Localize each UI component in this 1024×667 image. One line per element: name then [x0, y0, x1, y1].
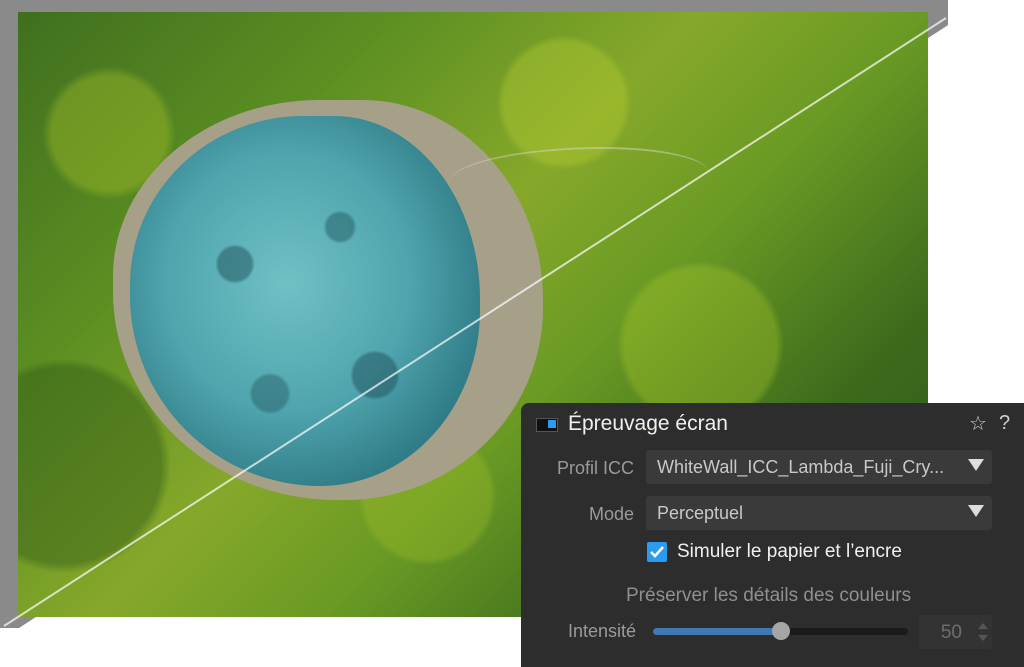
- mode-label: Mode: [588, 504, 634, 524]
- panel-title: Épreuvage écran: [568, 412, 728, 435]
- intensity-slider-fill: [653, 628, 781, 635]
- stepper-down-icon[interactable]: [978, 635, 988, 641]
- checkmark-icon: [650, 546, 664, 558]
- icc-profile-select[interactable]: WhiteWall_ICC_Lambda_Fuji_Cry...: [646, 450, 992, 484]
- panel-header: Épreuvage écran ☆ ?: [521, 403, 1024, 445]
- icc-profile-value: WhiteWall_ICC_Lambda_Fuji_Cry...: [657, 457, 945, 477]
- star-icon[interactable]: ☆: [969, 411, 987, 436]
- mode-value: Perceptuel: [657, 503, 744, 523]
- help-icon[interactable]: ?: [999, 412, 1010, 435]
- soft-proofing-panel: Épreuvage écran ☆ ? Profil ICC WhiteWall…: [521, 403, 1024, 667]
- chevron-down-icon: [968, 505, 984, 517]
- chevron-down-icon: [968, 459, 984, 471]
- simulate-paper-label[interactable]: Simuler le papier et l’encre: [677, 541, 902, 563]
- stepper-up-icon[interactable]: [978, 623, 988, 629]
- mode-select[interactable]: Perceptuel: [646, 496, 992, 530]
- intensity-slider[interactable]: [653, 622, 908, 640]
- simulate-paper-checkbox[interactable]: [647, 542, 667, 562]
- profile-label: Profil ICC: [556, 458, 634, 478]
- intensity-slider-thumb[interactable]: [771, 622, 790, 640]
- split-preview-icon[interactable]: [536, 418, 558, 432]
- intensity-label: Intensité: [567, 621, 636, 641]
- intensity-value: 50: [940, 622, 962, 643]
- intensity-value-field[interactable]: 50: [919, 615, 992, 649]
- preserve-details-label: Préserver les détails des couleurs: [626, 585, 912, 606]
